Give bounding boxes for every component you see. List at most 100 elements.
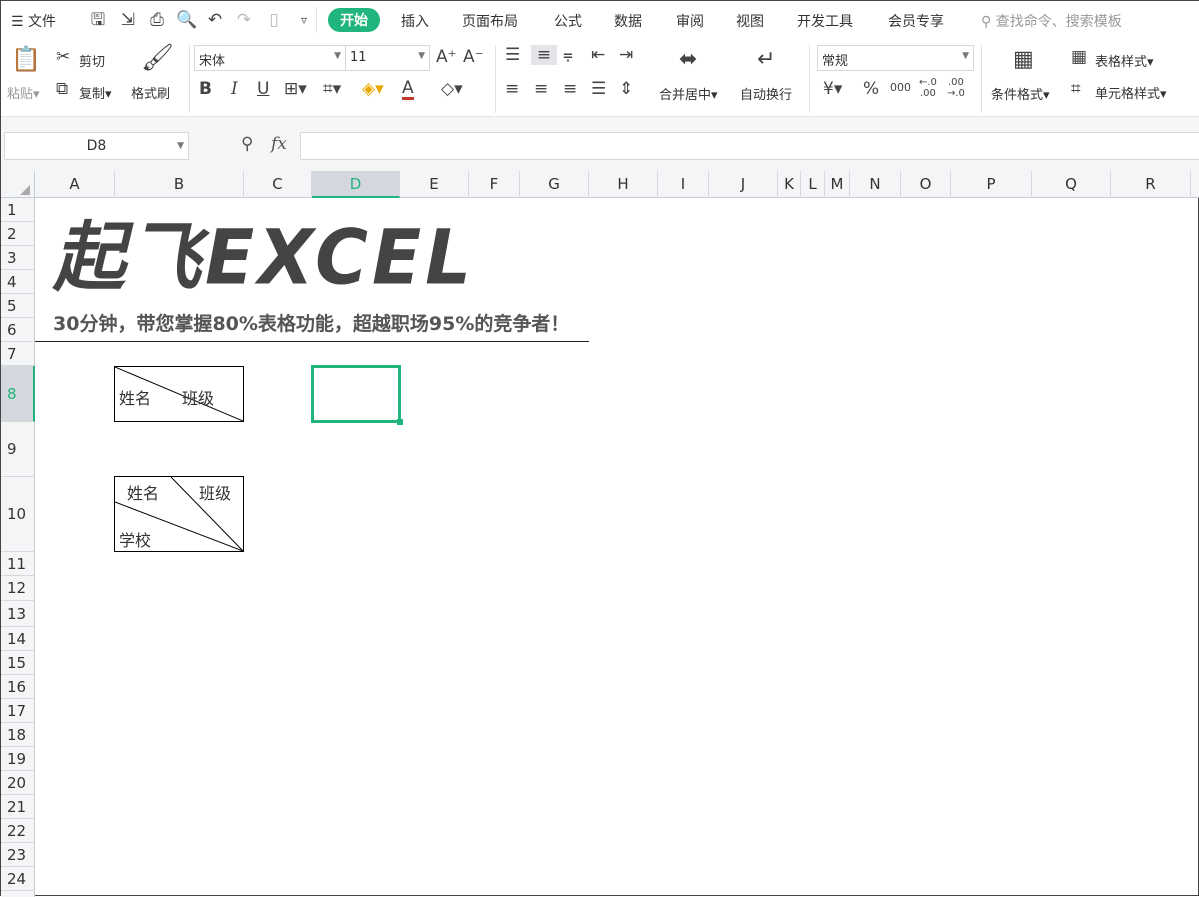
decrease-indent-icon[interactable]: ⇤ — [591, 45, 605, 65]
row-header-24[interactable]: 24 — [1, 867, 35, 891]
export-icon[interactable]: ⇲ — [117, 9, 139, 31]
row-header-7[interactable]: 7 — [1, 342, 35, 366]
paste-button[interactable]: 粘贴▾ — [7, 83, 40, 102]
row-header-10[interactable]: 10 — [1, 477, 35, 552]
column-header-i[interactable]: I — [658, 171, 709, 198]
row-header-19[interactable]: 19 — [1, 747, 35, 771]
font-size-select[interactable]: 11 ▼ — [345, 45, 430, 71]
column-header-l[interactable]: L — [801, 171, 825, 198]
column-header-o[interactable]: O — [901, 171, 951, 198]
tab-member[interactable]: 会员专享 — [888, 11, 944, 31]
cut-button[interactable]: 剪切 — [79, 51, 105, 70]
tab-view[interactable]: 视图 — [736, 11, 764, 31]
wrap-text-button[interactable]: 自动换行 — [740, 84, 792, 103]
column-header-g[interactable]: G — [520, 171, 589, 198]
zoom-icon[interactable]: ⚲ — [241, 134, 253, 154]
paste-values-icon[interactable]: ▯ — [263, 9, 285, 31]
currency-button[interactable]: ¥▾ — [823, 79, 842, 99]
redo-icon[interactable]: ↷ — [233, 9, 255, 31]
clear-icon[interactable]: ◇▾ — [441, 79, 463, 99]
tab-insert[interactable]: 插入 — [401, 11, 429, 31]
formula-input[interactable] — [300, 132, 1199, 160]
undo-icon[interactable]: ↶ — [204, 9, 226, 31]
tab-home[interactable]: 开始 — [328, 8, 380, 32]
fx-icon[interactable]: fx — [271, 134, 287, 154]
print-icon[interactable]: ⎙ — [146, 9, 168, 31]
tab-data[interactable]: 数据 — [614, 11, 642, 31]
row-header-20[interactable]: 20 — [1, 771, 35, 795]
font-name-select[interactable]: 宋体 ▼ — [194, 45, 346, 71]
copy-button[interactable]: 复制▾ — [79, 83, 112, 102]
italic-button[interactable]: I — [231, 79, 238, 99]
column-header-b[interactable]: B — [115, 171, 244, 198]
cell-style-button[interactable]: 单元格样式▾ — [1095, 83, 1167, 102]
row-header-8[interactable]: 8 — [1, 366, 35, 422]
column-header-k[interactable]: K — [778, 171, 801, 198]
row-header-22[interactable]: 22 — [1, 819, 35, 843]
paste-icon[interactable]: 📋 — [11, 45, 41, 73]
underline-button[interactable]: U — [257, 79, 269, 99]
name-box[interactable]: D8 ▼ — [4, 132, 189, 160]
row-header-4[interactable]: 4 — [1, 270, 35, 294]
align-top-icon[interactable]: ☰ — [505, 45, 520, 65]
table-style-button[interactable]: 表格样式▾ — [1095, 51, 1154, 70]
column-header-e[interactable]: E — [400, 171, 469, 198]
column-header-m[interactable]: M — [825, 171, 850, 198]
column-header-q[interactable]: Q — [1032, 171, 1111, 198]
align-right-icon[interactable]: ≡ — [563, 79, 577, 99]
tab-review[interactable]: 审阅 — [676, 11, 704, 31]
fill-handle[interactable] — [397, 419, 403, 425]
column-header-h[interactable]: H — [589, 171, 658, 198]
row-header-5[interactable]: 5 — [1, 294, 35, 318]
cell-b10-diagonal-header[interactable]: 姓名 班级 学校 — [114, 476, 244, 552]
row-header-16[interactable]: 16 — [1, 675, 35, 699]
row-header-21[interactable]: 21 — [1, 795, 35, 819]
tab-page-layout[interactable]: 页面布局 — [462, 11, 518, 31]
decrease-font-icon[interactable]: A⁻ — [463, 47, 484, 67]
number-format-select[interactable]: 常规 ▼ — [817, 45, 974, 71]
row-header-11[interactable]: 11 — [1, 552, 35, 576]
tab-developer[interactable]: 开发工具 — [797, 11, 853, 31]
increase-indent-icon[interactable]: ⇥ — [619, 45, 633, 65]
increase-decimal-icon[interactable]: ←.0.00 — [919, 77, 937, 99]
column-header-d[interactable]: D — [312, 171, 400, 198]
row-header-18[interactable]: 18 — [1, 723, 35, 747]
distribute-icon[interactable]: ⇕ — [619, 79, 633, 99]
column-header-a[interactable]: A — [35, 171, 115, 198]
border-icon[interactable]: ⊞▾ — [284, 79, 307, 99]
increase-font-icon[interactable]: A⁺ — [436, 47, 457, 67]
percent-button[interactable]: % — [863, 79, 879, 99]
thousands-icon[interactable]: 000 — [890, 81, 911, 94]
customize-dropdown-icon[interactable]: ▿ — [293, 9, 315, 31]
row-header-13[interactable]: 13 — [1, 601, 35, 627]
row-header-6[interactable]: 6 — [1, 318, 35, 342]
row-header-17[interactable]: 17 — [1, 699, 35, 723]
justify-icon[interactable]: ☰ — [591, 79, 606, 99]
row-header-2[interactable]: 2 — [1, 222, 35, 246]
cell-format-icon[interactable]: ⌗▾ — [323, 79, 341, 99]
selected-cell-d8[interactable] — [311, 365, 401, 423]
column-header-j[interactable]: J — [709, 171, 778, 198]
decrease-decimal-icon[interactable]: .00 →.0 — [947, 77, 965, 99]
command-search[interactable]: ⚲ 查找命令、搜索模板 — [981, 11, 1122, 31]
row-header-9[interactable]: 9 — [1, 422, 35, 477]
select-all-button[interactable] — [1, 171, 35, 198]
align-center-icon[interactable]: ≡ — [534, 79, 548, 99]
conditional-format-button[interactable]: 条件格式▾ — [991, 84, 1050, 103]
column-header-f[interactable]: F — [469, 171, 520, 198]
column-header-p[interactable]: P — [951, 171, 1032, 198]
column-header-c[interactable]: C — [244, 171, 312, 198]
file-menu[interactable]: ☰ 文件 — [11, 11, 56, 31]
row-header-14[interactable]: 14 — [1, 627, 35, 651]
column-header-n[interactable]: N — [850, 171, 901, 198]
save-icon[interactable]: 🖫 — [87, 9, 109, 31]
align-bottom-icon[interactable]: ⩦ — [563, 45, 573, 65]
align-middle-icon[interactable]: ≡ — [531, 45, 557, 65]
format-painter-button[interactable]: 格式刷 — [131, 83, 170, 102]
row-header-15[interactable]: 15 — [1, 651, 35, 675]
print-preview-icon[interactable]: 🔍 — [176, 9, 198, 31]
row-header-3[interactable]: 3 — [1, 246, 35, 270]
fill-color-icon[interactable]: ◈▾ — [362, 79, 384, 99]
cell-b8-diagonal-header[interactable]: 姓名 班级 — [114, 366, 244, 422]
font-color-icon[interactable]: A — [402, 79, 414, 100]
